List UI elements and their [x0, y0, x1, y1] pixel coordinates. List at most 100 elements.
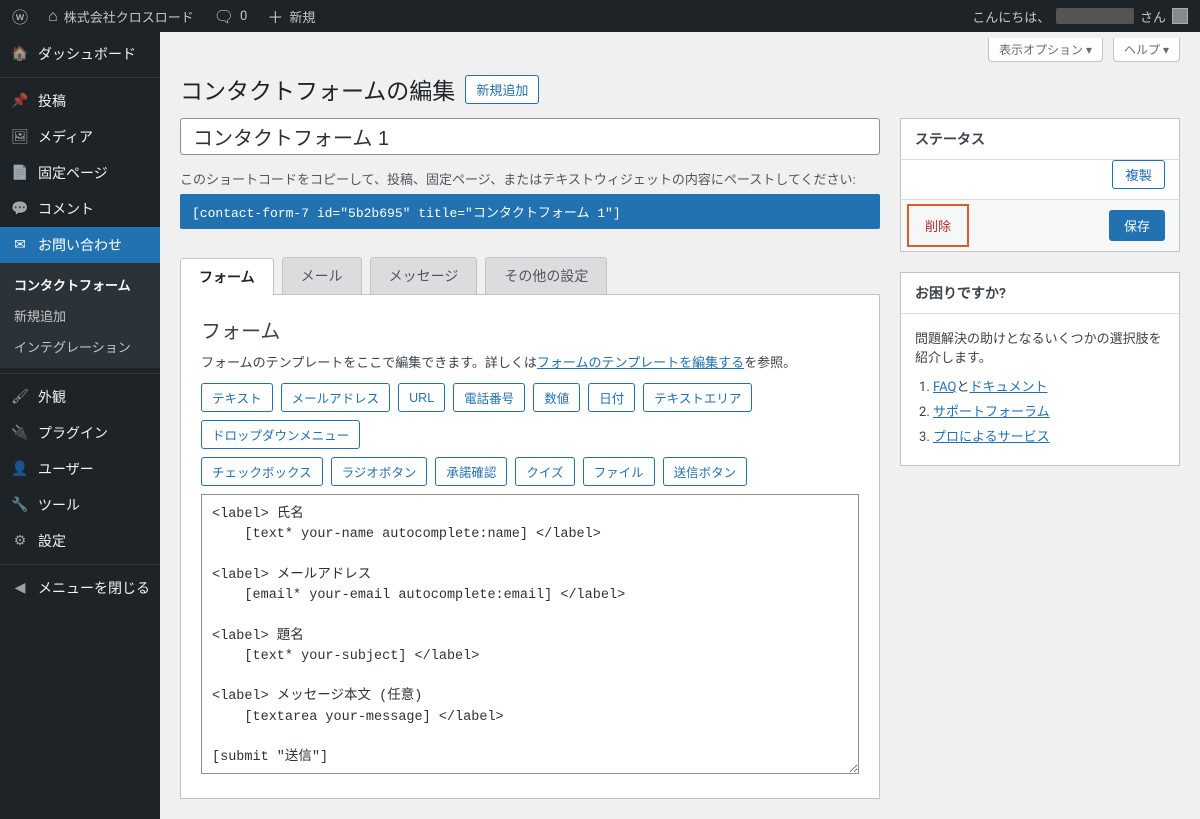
wordpress-icon: ⓦ — [12, 4, 28, 28]
tag-checkbox[interactable]: チェックボックス — [201, 457, 323, 486]
docs-link[interactable]: ドキュメント — [969, 380, 1047, 395]
menu-posts[interactable]: 📌 投稿 — [0, 83, 160, 119]
wp-logo[interactable]: ⓦ — [8, 0, 32, 32]
help-postbox: お困りですか? 問題解決の助けとなるいくつかの選択肢を紹介します。 FAQとドキ… — [900, 272, 1180, 466]
tag-date[interactable]: 日付 — [588, 383, 635, 412]
menu-label: ツール — [38, 495, 80, 515]
menu-label: 固定ページ — [38, 163, 108, 183]
menu-label: コメント — [38, 199, 94, 219]
menu-tools[interactable]: 🔧ツール — [0, 487, 160, 523]
add-new-button[interactable]: 新規追加 — [465, 75, 539, 104]
user-icon: 👤 — [10, 461, 30, 477]
help-desc: 問題解決の助けとなるいくつかの選択肢を紹介します。 — [915, 328, 1165, 366]
tag-quiz[interactable]: クイズ — [515, 457, 574, 486]
help-mid: と — [956, 380, 969, 395]
menu-dashboard[interactable]: 🏠 ダッシュボード — [0, 36, 160, 72]
menu-label: プラグイン — [38, 423, 108, 443]
comment-icon: 🗨 — [214, 7, 234, 26]
tag-row-1: テキスト メールアドレス URL 電話番号 数値 日付 テキストエリア ドロップ… — [201, 383, 859, 449]
username-masked: ████████ — [1056, 8, 1134, 24]
form-panel-desc: フォームのテンプレートをここで編集できます。詳しくはフォームのテンプレートを編集… — [201, 352, 859, 371]
help-link-item: FAQとドキュメント — [933, 376, 1165, 395]
form-template-editor[interactable] — [201, 494, 859, 774]
shortcode-box[interactable]: [contact-form-7 id="5b2b695" title="コンタク… — [180, 194, 880, 229]
site-name-label: 株式会社クロスロード — [64, 7, 194, 26]
mail-icon: ✉ — [10, 237, 30, 253]
tab-form[interactable]: フォーム — [180, 258, 274, 295]
menu-collapse[interactable]: ◀メニューを閉じる — [0, 570, 160, 606]
greeting-prefix: こんにちは、 — [972, 7, 1050, 26]
submenu-contact-integration[interactable]: インテグレーション — [0, 331, 160, 362]
menu-label: 外観 — [38, 387, 66, 407]
tag-submit[interactable]: 送信ボタン — [663, 457, 748, 486]
dashboard-icon: 🏠 — [10, 46, 30, 62]
menu-label: メディア — [38, 127, 93, 147]
tag-dropdown[interactable]: ドロップダウンメニュー — [201, 420, 360, 449]
menu-separator — [0, 564, 160, 565]
avatar — [1172, 8, 1188, 24]
menu-contact[interactable]: ✉ お問い合わせ — [0, 227, 160, 263]
form-template-doc-link[interactable]: フォームのテンプレートを編集する — [537, 356, 744, 371]
tag-acceptance[interactable]: 承諾確認 — [435, 457, 507, 486]
menu-plugins[interactable]: 🔌プラグイン — [0, 415, 160, 451]
help-toggle[interactable]: ヘルプ ▾ — [1113, 38, 1180, 62]
new-content-link[interactable]: ＋新規 — [263, 0, 319, 32]
screen-options-toggle[interactable]: 表示オプション ▾ — [988, 38, 1103, 62]
form-panel: フォーム フォームのテンプレートをここで編集できます。詳しくはフォームのテンプレ… — [180, 294, 880, 799]
status-postbox: ステータス 複製 削除 保存 — [900, 118, 1180, 252]
tag-number[interactable]: 数値 — [533, 383, 580, 412]
menu-comments[interactable]: 💬コメント — [0, 191, 160, 227]
menu-label: 投稿 — [38, 91, 66, 111]
admin-menu: 🏠ダッシュボード 📌投稿 🖼メディア 📄固定ページ 💬コメント ✉お問い合わせ … — [0, 32, 160, 819]
menu-label: 設定 — [38, 531, 66, 551]
menu-pages[interactable]: 📄 固定ページ — [0, 155, 160, 191]
duplicate-button[interactable]: 複製 — [1112, 160, 1165, 189]
delete-link[interactable]: 削除 — [915, 212, 961, 239]
shortcode-description: このショートコードをコピーして、投稿、固定ページ、またはテキストウィジェットの内… — [180, 169, 880, 188]
tag-tel[interactable]: 電話番号 — [453, 383, 525, 412]
submenu-contact-forms[interactable]: コンタクトフォーム — [0, 269, 160, 300]
menu-label: お問い合わせ — [38, 235, 122, 255]
menu-settings[interactable]: ⚙ 設定 — [0, 523, 160, 559]
help-link-item: プロによるサービス — [933, 426, 1165, 445]
help-title: お困りですか? — [901, 273, 1179, 314]
comments-link[interactable]: 🗨0 — [210, 0, 252, 32]
pro-services-link[interactable]: プロによるサービス — [933, 430, 1050, 445]
tab-additional[interactable]: その他の設定 — [485, 257, 607, 294]
form-title-input[interactable] — [180, 118, 880, 155]
home-icon: ⌂ — [48, 6, 58, 26]
faq-link[interactable]: FAQ — [933, 380, 956, 395]
site-name-link[interactable]: ⌂ 株式会社クロスロード — [44, 0, 198, 32]
my-account-link[interactable]: こんにちは、 ████████ さん — [968, 0, 1192, 32]
tag-text[interactable]: テキスト — [201, 383, 273, 412]
menu-label: ダッシュボード — [38, 44, 136, 64]
screen-meta: 表示オプション ▾ ヘルプ ▾ — [180, 32, 1180, 62]
gear-icon: ⚙ — [10, 533, 30, 549]
menu-media[interactable]: 🖼メディア — [0, 119, 160, 155]
tab-messages[interactable]: メッセージ — [370, 257, 478, 294]
tag-file[interactable]: ファイル — [583, 457, 655, 486]
submenu-contact: コンタクトフォーム 新規追加 インテグレーション — [0, 263, 160, 368]
tag-email[interactable]: メールアドレス — [281, 383, 391, 412]
greeting-suffix: さん — [1140, 7, 1166, 26]
menu-users[interactable]: 👤ユーザー — [0, 451, 160, 487]
form-panel-heading: フォーム — [201, 315, 859, 344]
menu-appearance[interactable]: 🖌外観 — [0, 379, 160, 415]
admin-bar: ⓦ ⌂ 株式会社クロスロード 🗨0 ＋新規 こんにちは、 ████████ さん — [0, 0, 1200, 32]
menu-separator — [0, 373, 160, 374]
tag-textarea[interactable]: テキストエリア — [643, 383, 752, 412]
status-title: ステータス — [901, 119, 1179, 160]
tab-mail[interactable]: メール — [282, 257, 362, 294]
help-link-item: サポートフォーラム — [933, 401, 1165, 420]
tag-radio[interactable]: ラジオボタン — [331, 457, 428, 486]
pin-icon: 📌 — [10, 93, 30, 109]
page-icon: 📄 — [10, 165, 30, 181]
tag-url[interactable]: URL — [398, 383, 445, 412]
plus-icon: ＋ — [267, 4, 283, 28]
save-button[interactable]: 保存 — [1109, 210, 1165, 241]
menu-separator — [0, 77, 160, 78]
submenu-contact-addnew[interactable]: 新規追加 — [0, 300, 160, 331]
collapse-icon: ◀ — [10, 580, 30, 596]
help-links-list: FAQとドキュメント サポートフォーラム プロによるサービス — [933, 376, 1165, 445]
support-forum-link[interactable]: サポートフォーラム — [933, 405, 1050, 420]
